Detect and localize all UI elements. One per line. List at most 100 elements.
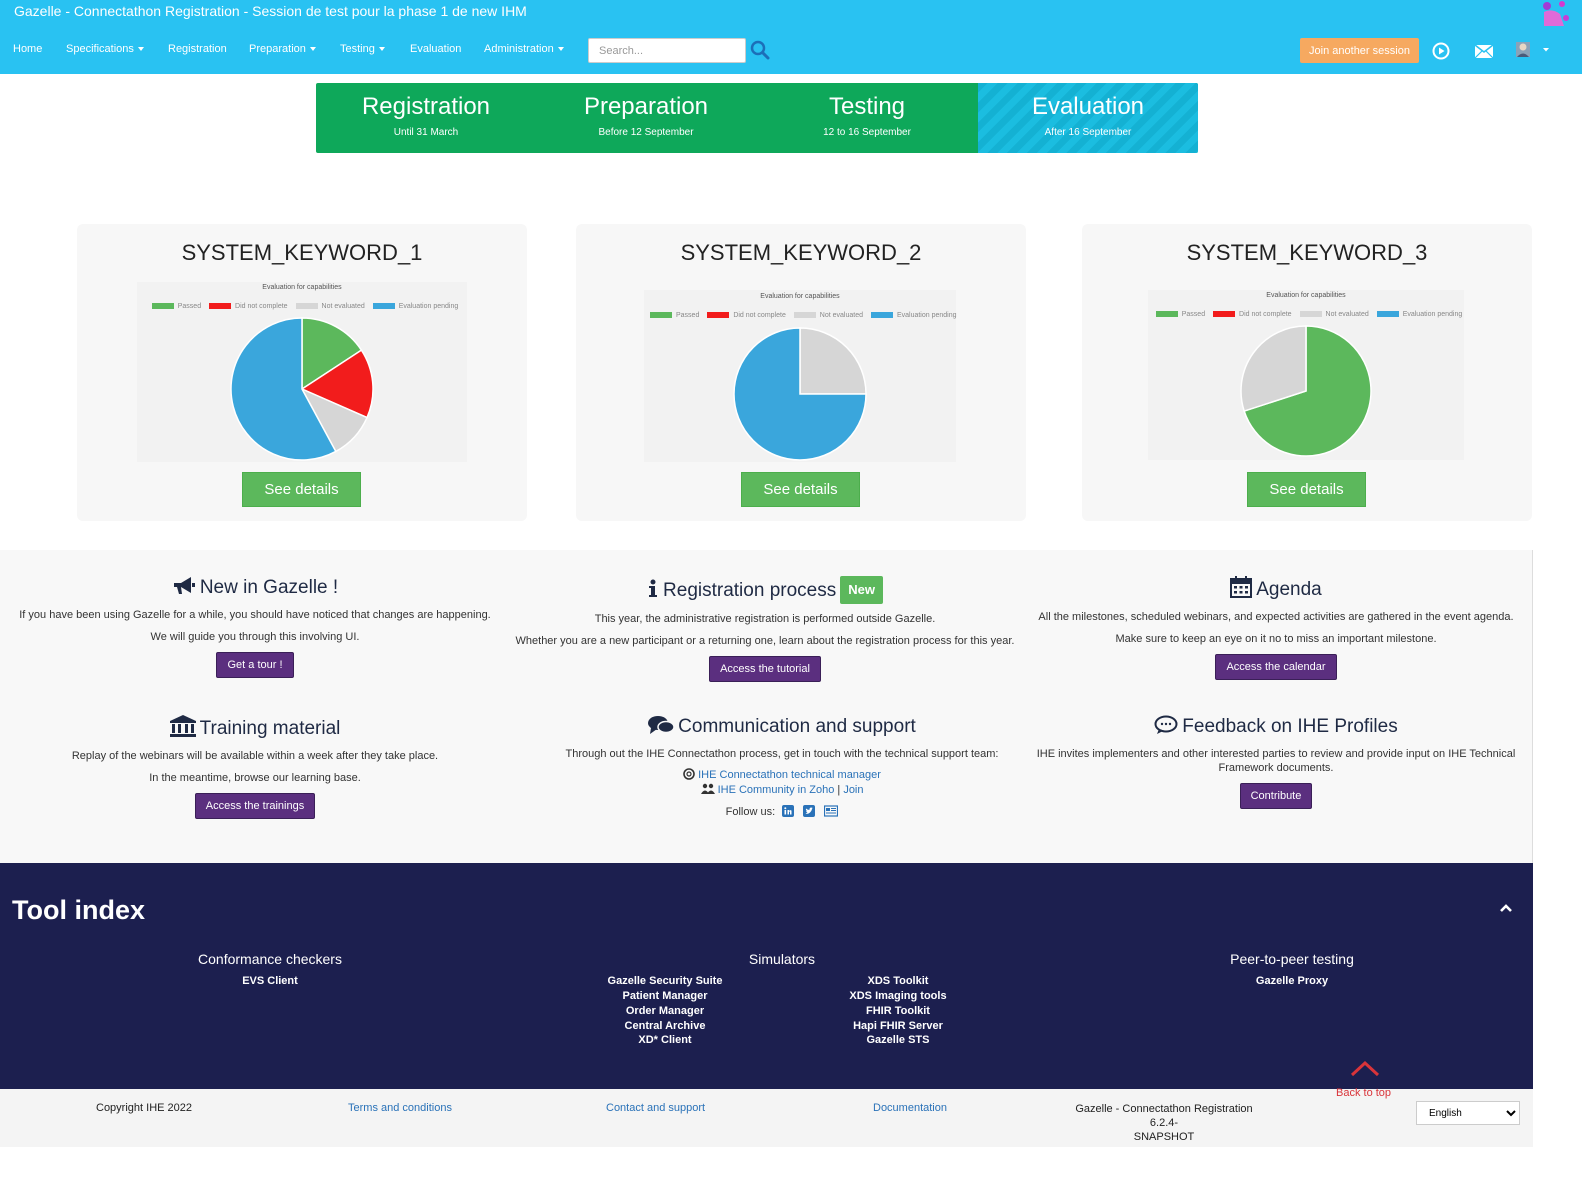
block-text: In the meantime, browse our learning bas… xyxy=(149,772,361,784)
support-manager-line: IHE Connectathon technical manager xyxy=(527,768,1037,782)
access-tutorial-button[interactable]: Access the tutorial xyxy=(709,656,821,682)
tool-link[interactable]: Order Manager xyxy=(565,1005,765,1017)
block-text: If you have been using Gazelle for a whi… xyxy=(19,609,491,621)
nav-home[interactable]: Home xyxy=(13,42,42,56)
tool-link[interactable]: Gazelle Security Suite xyxy=(565,975,765,987)
feedback-block: Feedback on IHE Profiles IHE invites imp… xyxy=(1021,715,1531,809)
chart-title: Evaluation for capabilities xyxy=(760,293,840,300)
phase-testing[interactable]: Testing 12 to 16 September xyxy=(757,83,977,153)
tool-link[interactable]: XDS Imaging tools xyxy=(798,990,998,1002)
legend-label: Evaluation pending xyxy=(1402,311,1463,318)
contact-support-link[interactable]: Contact and support xyxy=(606,1102,705,1114)
nav-testing[interactable]: Testing xyxy=(340,42,385,56)
access-calendar-button[interactable]: Access the calendar xyxy=(1215,654,1337,680)
legend-label: Passed xyxy=(1181,311,1206,318)
documentation-link[interactable]: Documentation xyxy=(873,1102,947,1114)
tool-index-title: Tool index xyxy=(12,895,145,925)
legend-swatch xyxy=(209,303,232,310)
agenda-block: Agenda All the milestones, scheduled web… xyxy=(1021,576,1531,680)
institution-icon xyxy=(169,715,196,737)
nav-specifications[interactable]: Specifications xyxy=(66,42,144,56)
tool-link[interactable]: Gazelle STS xyxy=(798,1034,998,1046)
block-text: We will guide you through this involving… xyxy=(150,631,360,643)
see-details-button[interactable]: See details xyxy=(1247,472,1366,507)
join-another-session-button[interactable]: Join another session xyxy=(1300,38,1419,63)
terms-link[interactable]: Terms and conditions xyxy=(348,1102,452,1114)
nav-administration[interactable]: Administration xyxy=(484,42,564,56)
back-to-top-link[interactable]: Back to top xyxy=(1336,1087,1391,1099)
pie-slice-not-evaluated xyxy=(799,327,867,395)
communication-block: Communication and support Through out th… xyxy=(527,715,1037,819)
legend-label: Passed xyxy=(676,312,700,319)
follow-us-line: Follow us: xyxy=(527,805,1037,819)
user-avatar-icon[interactable] xyxy=(1515,41,1549,59)
zoho-community-link[interactable]: IHE Community in Zoho xyxy=(718,784,835,796)
phase-name: Preparation xyxy=(583,93,709,120)
registration-process-block: Registration process New This year, the a… xyxy=(510,576,1020,682)
get-a-tour-button[interactable]: Get a tour ! xyxy=(216,652,294,678)
tool-link[interactable]: Central Archive xyxy=(565,1020,765,1032)
legend-swatch xyxy=(372,303,395,310)
info-icon xyxy=(649,579,658,597)
chevron-up-icon[interactable] xyxy=(1499,903,1513,913)
tool-link[interactable]: XD* Client xyxy=(565,1034,765,1046)
tool-link[interactable]: Gazelle Proxy xyxy=(1192,975,1392,987)
legend-label: Not evaluated xyxy=(321,303,365,310)
nav-preparation[interactable]: Preparation xyxy=(249,42,316,56)
search-icon[interactable] xyxy=(750,40,770,60)
twitter-icon[interactable] xyxy=(803,805,816,817)
phase-preparation[interactable]: Preparation Before 12 September xyxy=(536,83,756,153)
tool-index: Tool index Conformance checkers EVS Clie… xyxy=(0,863,1533,1089)
tool-link[interactable]: XDS Toolkit xyxy=(798,975,998,987)
calendar-icon xyxy=(1230,576,1253,598)
chart-title: Evaluation for capabilities xyxy=(1266,292,1346,299)
block-text: Make sure to keep an eye on it no to mis… xyxy=(1115,633,1437,645)
block-title-text: Registration process xyxy=(663,580,837,601)
nav-evaluation[interactable]: Evaluation xyxy=(410,42,461,56)
see-details-button[interactable]: See details xyxy=(741,472,860,507)
access-trainings-button[interactable]: Access the trainings xyxy=(194,793,316,819)
envelope-icon[interactable] xyxy=(1474,44,1494,59)
tool-link[interactable]: EVS Client xyxy=(170,975,370,987)
phase-date: Until 31 March xyxy=(393,127,459,138)
nav-registration[interactable]: Registration xyxy=(168,42,227,56)
block-title: Feedback on IHE Profiles xyxy=(1021,715,1531,739)
block-text: Whether you are a new participant or a r… xyxy=(515,635,1015,647)
tool-link[interactable]: Hapi FHIR Server xyxy=(798,1020,998,1032)
chart-panel: Evaluation for capabilities Passed Did n… xyxy=(137,282,467,462)
follow-us-label: Follow us: xyxy=(725,806,776,818)
see-details-button[interactable]: See details xyxy=(242,472,361,507)
new-in-gazelle-block: New in Gazelle ! If you have been using … xyxy=(0,576,510,678)
search-input[interactable] xyxy=(588,38,746,63)
tool-link[interactable]: Patient Manager xyxy=(565,990,765,1002)
users-icon xyxy=(700,783,715,794)
peer-to-peer-title: Peer-to-peer testing xyxy=(1230,951,1354,967)
newspaper-icon[interactable] xyxy=(824,805,839,817)
tool-link[interactable]: FHIR Toolkit xyxy=(798,1005,998,1017)
phase-evaluation[interactable]: Evaluation After 16 September xyxy=(978,83,1198,153)
play-circle-icon[interactable] xyxy=(1432,42,1450,60)
conformance-checkers-title: Conformance checkers xyxy=(198,951,342,967)
block-title-text: New in Gazelle ! xyxy=(199,577,339,598)
phase-registration[interactable]: Registration Until 31 March xyxy=(316,83,536,153)
block-title-text: Training material xyxy=(199,718,341,739)
block-title: Agenda xyxy=(1021,576,1531,602)
join-link[interactable]: Join xyxy=(843,784,863,796)
legend-label: Evaluation pending xyxy=(896,312,957,319)
language-select[interactable]: English xyxy=(1416,1101,1520,1125)
legend-label: Passed xyxy=(177,303,202,310)
pie-chart xyxy=(1240,325,1372,457)
block-title: Training material xyxy=(0,715,510,741)
phase-date: 12 to 16 September xyxy=(823,127,911,138)
system-keyword: SYSTEM_KEYWORD_2 xyxy=(680,240,922,265)
comments-icon xyxy=(648,716,675,734)
legend-swatch xyxy=(1299,311,1322,318)
back-to-top-chevron-icon[interactable] xyxy=(1350,1059,1380,1077)
pie-chart xyxy=(230,317,374,461)
linkedin-icon[interactable] xyxy=(782,805,795,817)
community-line: IHE Community in Zoho | Join xyxy=(527,783,1037,797)
technical-manager-link[interactable]: IHE Connectathon technical manager xyxy=(698,769,881,781)
phase-name: Evaluation xyxy=(1031,93,1145,120)
system-card: SYSTEM_KEYWORD_3 Evaluation for capabili… xyxy=(1082,224,1532,521)
contribute-button[interactable]: Contribute xyxy=(1239,783,1313,809)
